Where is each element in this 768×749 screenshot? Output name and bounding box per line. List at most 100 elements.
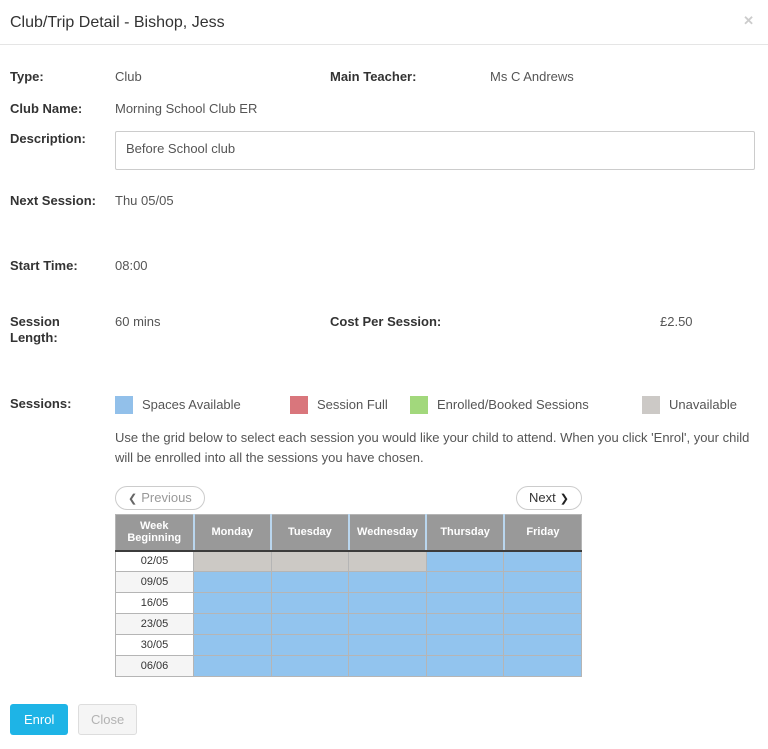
start-time-label: Start Time:: [10, 257, 78, 273]
session-cell-available[interactable]: [503, 655, 582, 678]
legend-item-session-full: Session Full: [290, 395, 410, 414]
spaces-available-swatch: [115, 395, 133, 414]
session-cell-available[interactable]: [270, 634, 350, 657]
cost-per-session-value: £2.50: [660, 314, 693, 329]
week-label: 30/05: [115, 634, 194, 657]
week-label: 23/05: [115, 613, 194, 636]
session-cell-unavailable: [270, 550, 350, 573]
session-cell-available[interactable]: [270, 655, 350, 678]
session-cell-unavailable: [193, 550, 272, 573]
close-button[interactable]: Close: [77, 704, 138, 736]
next-button[interactable]: Next ❯: [516, 486, 582, 511]
session-cell-available[interactable]: [425, 550, 505, 573]
session-cell-available[interactable]: [193, 634, 272, 657]
sessions-label: Sessions:: [10, 395, 72, 411]
session-cell-available[interactable]: [425, 655, 505, 678]
session-cell-available[interactable]: [503, 634, 582, 657]
session-cell-available[interactable]: [348, 592, 427, 615]
session-cell-available[interactable]: [193, 571, 272, 594]
booked-sessions-label: Enrolled/Booked Sessions: [437, 397, 589, 412]
session-cell-available[interactable]: [348, 571, 427, 594]
description-input[interactable]: Before School club: [115, 130, 755, 170]
session-full-swatch: [290, 395, 308, 414]
legend-item-unavailable: Unavailable: [642, 395, 737, 414]
week-row-23-05: 23/05: [115, 613, 582, 636]
unavailable-label: Unavailable: [669, 397, 737, 412]
sessions-legend: Spaces Available Session Full Enrolled/B…: [115, 395, 737, 414]
start-time-value: 08:00: [115, 257, 148, 273]
next-session-label: Next Session:: [10, 192, 96, 208]
club-name-row: Club Name: Morning School Club ER: [10, 101, 755, 117]
enrol-button[interactable]: Enrol: [10, 704, 69, 736]
type-row: Type: Club Main Teacher: Ms C Andrews: [10, 69, 755, 85]
session-cell-available[interactable]: [425, 571, 505, 594]
pager: ❮ Previous Next ❯: [115, 486, 582, 511]
modal-header: Club/Trip Detail - Bishop, Jess ✕: [0, 0, 768, 45]
close-icon[interactable]: ✕: [743, 13, 754, 29]
session-cell-available[interactable]: [425, 613, 505, 636]
session-cell-available[interactable]: [503, 592, 582, 615]
sessions-grid-section: ❮ Previous Next ❯ Week Beginning Monday Tues…: [115, 486, 582, 678]
column-header-week-beginning: Week Beginning: [115, 514, 194, 552]
session-cell-available[interactable]: [425, 592, 505, 615]
session-cell-available[interactable]: [503, 571, 582, 594]
week-label: 16/05: [115, 592, 194, 615]
session-cell-available[interactable]: [193, 613, 272, 636]
session-cell-available[interactable]: [270, 571, 350, 594]
session-length-label: Session Length:: [10, 314, 60, 346]
sessions-table-header-row: Week Beginning Monday Tuesday Wednesday Thur…: [115, 514, 582, 552]
column-header-wednesday: Wednesday: [347, 514, 427, 552]
chevron-left-icon: ❮: [128, 493, 138, 506]
session-cell-available[interactable]: [348, 655, 427, 678]
unavailable-swatch: [642, 395, 660, 414]
modal-title: Club/Trip Detail - Bishop, Jess: [10, 14, 225, 31]
week-row-16-05: 16/05: [115, 592, 582, 615]
week-row-30-05: 30/05: [115, 634, 582, 657]
column-header-tuesday: Tuesday: [270, 514, 349, 552]
column-header-thursday: Thursday: [425, 514, 504, 552]
previous-button[interactable]: ❮ Previous: [115, 486, 205, 511]
session-cell-available[interactable]: [425, 634, 505, 657]
legend-item-spaces-available: Spaces Available: [115, 395, 290, 414]
booked-sessions-swatch: [410, 395, 428, 414]
main-teacher-label: Main Teacher:: [330, 69, 417, 84]
type-label: Type:: [10, 69, 44, 84]
start-time-row: Start Time: 08:00: [10, 258, 755, 274]
modal-footer: Enrol Close: [0, 677, 768, 749]
club-trip-detail-modal: Club/Trip Detail - Bishop, Jess ✕ Type: …: [0, 0, 768, 749]
previous-label: Previous: [141, 490, 192, 506]
session-cell-available[interactable]: [503, 613, 582, 636]
week-label: 02/05: [115, 550, 194, 573]
modal-body: Type: Club Main Teacher: Ms C Andrews Cl…: [0, 69, 768, 678]
club-name-value: Morning School Club ER: [115, 101, 258, 117]
session-cell-available[interactable]: [270, 613, 350, 636]
description-label: Description:: [10, 130, 86, 146]
next-session-value: Thu 05/05: [115, 192, 174, 208]
description-row: Description: Before School club: [10, 130, 755, 170]
next-session-row: Next Session: Thu 05/05: [10, 193, 755, 209]
session-cell-available[interactable]: [348, 613, 427, 636]
week-row-09-05: 09/05: [115, 571, 582, 594]
type-value: Club: [115, 69, 142, 84]
session-cell-available[interactable]: [503, 550, 582, 573]
session-cell-unavailable: [348, 550, 427, 573]
column-header-monday: Monday: [192, 514, 272, 552]
session-length-value: 60 mins: [115, 314, 161, 329]
club-name-label: Club Name:: [10, 101, 83, 117]
session-cell-available[interactable]: [193, 592, 272, 615]
main-teacher-value: Ms C Andrews: [490, 69, 574, 84]
sessions-legend-row: Sessions: Spaces Available Session Full …: [10, 395, 755, 414]
spaces-available-label: Spaces Available: [142, 397, 241, 412]
session-cell-available[interactable]: [348, 634, 427, 657]
week-row-06-06: 06/06: [115, 655, 582, 678]
column-header-friday: Friday: [502, 514, 582, 552]
session-full-label: Session Full: [317, 397, 388, 412]
session-cell-available[interactable]: [193, 655, 272, 678]
week-label: 06/06: [115, 655, 194, 678]
sessions-table-body: 02/05 09/05 16/05 23/05 30/05 06/06: [115, 550, 582, 678]
session-cell-available[interactable]: [270, 592, 350, 615]
cost-per-session-label: Cost Per Session:: [330, 314, 442, 329]
week-row-02-05: 02/05: [115, 550, 582, 573]
chevron-right-icon: ❯: [559, 493, 569, 506]
sessions-table: Week Beginning Monday Tuesday Wednesday Thur…: [115, 514, 582, 678]
